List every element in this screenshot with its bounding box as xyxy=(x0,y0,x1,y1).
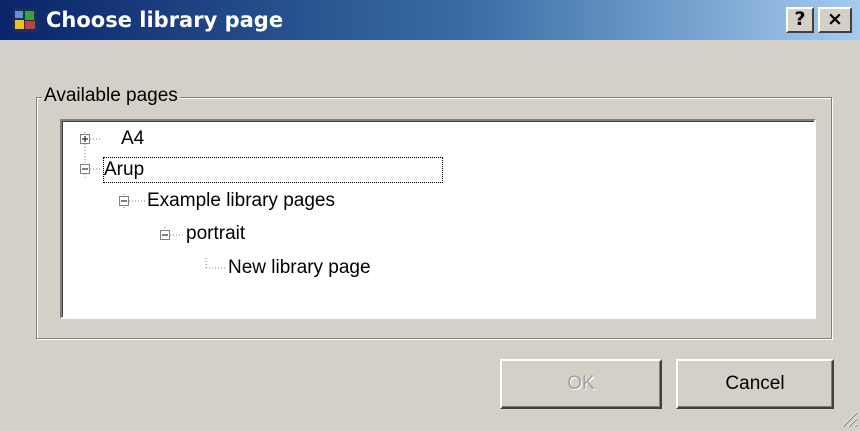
help-button[interactable]: ? xyxy=(786,7,814,33)
resize-grip-icon[interactable] xyxy=(838,408,858,428)
tree-node-arup[interactable]: Arup xyxy=(103,157,443,183)
title-bar[interactable]: Choose library page ? × xyxy=(0,0,860,40)
close-icon: × xyxy=(827,8,843,30)
page-tree[interactable] xyxy=(60,119,816,319)
window-title: Choose library page xyxy=(46,8,284,32)
close-button[interactable]: × xyxy=(818,7,852,33)
ok-button[interactable]: OK xyxy=(500,359,662,409)
tree-node-new-library-page[interactable]: New library page xyxy=(228,256,371,280)
tree-node-a4[interactable]: A4 xyxy=(121,127,144,151)
cancel-button[interactable]: Cancel xyxy=(676,359,834,409)
tree-node-portrait[interactable]: portrait xyxy=(186,222,245,246)
help-icon: ? xyxy=(794,8,806,30)
group-label: Available pages xyxy=(42,84,180,108)
app-icon xyxy=(13,8,37,32)
tree-node-example-library-pages[interactable]: Example library pages xyxy=(147,189,335,213)
